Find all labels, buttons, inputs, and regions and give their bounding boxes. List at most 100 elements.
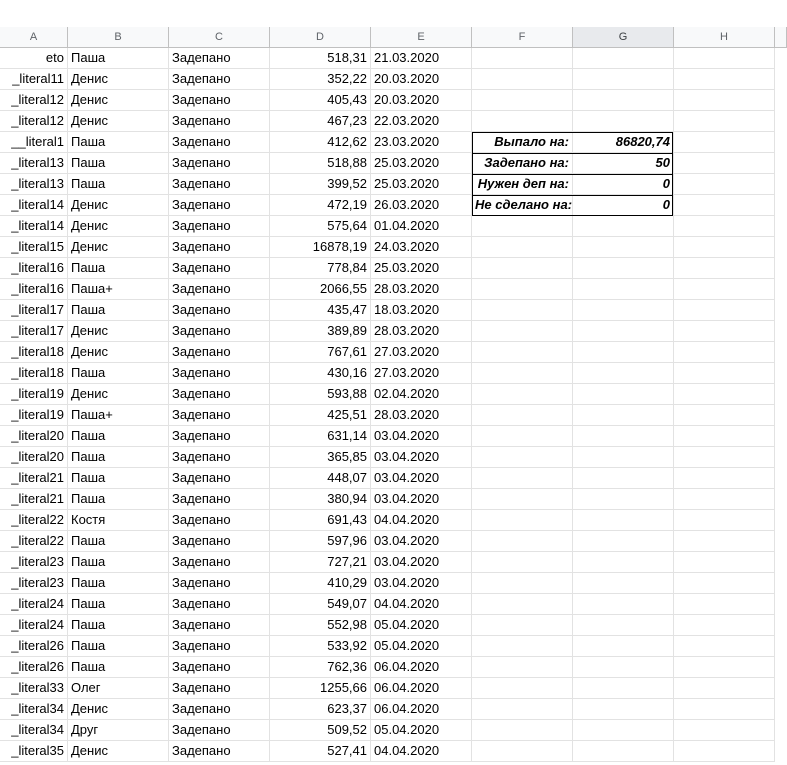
cell-g[interactable] [573,216,674,237]
cell-e[interactable]: 02.04.2020 [371,384,472,405]
cell-e[interactable]: 23.03.2020 [371,132,472,153]
cell-a[interactable]: _literal16 [0,279,68,300]
cell-f[interactable] [472,636,573,657]
cell-g[interactable] [573,405,674,426]
cell-b[interactable]: Паша [68,468,169,489]
cell-b[interactable]: Паша [68,132,169,153]
cell-a[interactable]: _literal12 [0,111,68,132]
cell-a[interactable]: _literal12 [0,90,68,111]
cell-f[interactable] [472,321,573,342]
cell-b[interactable]: Паша [68,615,169,636]
cell-b[interactable]: Денис [68,741,169,762]
summary-value[interactable]: 86820,74 [573,132,674,153]
cell-e[interactable]: 03.04.2020 [371,426,472,447]
cell-e[interactable]: 03.04.2020 [371,468,472,489]
cell-d[interactable]: 631,14 [270,426,371,447]
cell-a[interactable]: _literal19 [0,405,68,426]
cell-f[interactable] [472,363,573,384]
cell-e[interactable]: 24.03.2020 [371,237,472,258]
cell-a[interactable]: eto [0,48,68,69]
cell-g[interactable] [573,48,674,69]
cell-c[interactable]: Задепано [169,594,270,615]
cell-g[interactable] [573,699,674,720]
cell-h[interactable] [674,489,775,510]
cell-h[interactable] [674,321,775,342]
cell-f[interactable] [472,342,573,363]
cell-b[interactable]: Паша [68,531,169,552]
cell-d[interactable]: 575,64 [270,216,371,237]
cell-a[interactable]: _literal33 [0,678,68,699]
cell-d[interactable]: 380,94 [270,489,371,510]
cell-e[interactable]: 01.04.2020 [371,216,472,237]
cell-a[interactable]: _literal13 [0,174,68,195]
cell-g[interactable] [573,636,674,657]
cell-d[interactable]: 527,41 [270,741,371,762]
cell-c[interactable]: Задепано [169,69,270,90]
cell-a[interactable]: _literal34 [0,699,68,720]
cell-d[interactable]: 767,61 [270,342,371,363]
cell-e[interactable]: 04.04.2020 [371,741,472,762]
cell-b[interactable]: Денис [68,216,169,237]
cell-f[interactable] [472,468,573,489]
cell-g[interactable] [573,510,674,531]
cell-a[interactable]: _literal26 [0,657,68,678]
cell-c[interactable]: Задепано [169,363,270,384]
cell-e[interactable]: 21.03.2020 [371,48,472,69]
cell-a[interactable]: _literal13 [0,153,68,174]
cell-f[interactable] [472,489,573,510]
cell-g[interactable] [573,678,674,699]
cell-b[interactable]: Паша [68,174,169,195]
cell-g[interactable] [573,363,674,384]
cell-f[interactable] [472,69,573,90]
cell-f[interactable] [472,447,573,468]
cell-f[interactable] [472,510,573,531]
cell-a[interactable]: _literal14 [0,195,68,216]
cell-c[interactable]: Задепано [169,510,270,531]
cell-c[interactable]: Задепано [169,216,270,237]
cell-e[interactable]: 25.03.2020 [371,153,472,174]
cell-c[interactable]: Задепано [169,468,270,489]
cell-h[interactable] [674,195,775,216]
cell-c[interactable]: Задепано [169,321,270,342]
cell-c[interactable]: Задепано [169,258,270,279]
cell-a[interactable]: _literal20 [0,426,68,447]
cell-f[interactable] [472,657,573,678]
cell-d[interactable]: 412,62 [270,132,371,153]
cell-h[interactable] [674,678,775,699]
cell-e[interactable]: 26.03.2020 [371,195,472,216]
cell-b[interactable]: Паша [68,636,169,657]
cell-d[interactable]: 727,21 [270,552,371,573]
cell-c[interactable]: Задепано [169,48,270,69]
cell-c[interactable]: Задепано [169,342,270,363]
spreadsheet-grid[interactable]: ABCDEFGH eto Паша Задепано 518,31 21.03.2020… [0,0,787,765]
cell-f[interactable] [472,300,573,321]
cell-c[interactable]: Задепано [169,153,270,174]
cell-d[interactable]: 472,19 [270,195,371,216]
cell-h[interactable] [674,48,775,69]
cell-e[interactable]: 18.03.2020 [371,300,472,321]
cell-b[interactable]: Денис [68,237,169,258]
cell-g[interactable] [573,552,674,573]
cell-f[interactable] [472,216,573,237]
cell-h[interactable] [674,552,775,573]
cell-d[interactable]: 399,52 [270,174,371,195]
column-header-e[interactable]: E [371,27,472,48]
cell-c[interactable]: Задепано [169,237,270,258]
cell-a[interactable]: _literal11 [0,69,68,90]
cell-g[interactable] [573,426,674,447]
cell-g[interactable] [573,300,674,321]
cell-g[interactable] [573,90,674,111]
cell-d[interactable]: 16878,19 [270,237,371,258]
cell-d[interactable]: 425,51 [270,405,371,426]
cell-d[interactable]: 405,43 [270,90,371,111]
cell-f[interactable] [472,237,573,258]
cell-h[interactable] [674,111,775,132]
cell-e[interactable]: 25.03.2020 [371,174,472,195]
cell-c[interactable]: Задепано [169,279,270,300]
cell-a[interactable]: _literal21 [0,468,68,489]
cell-d[interactable]: 518,88 [270,153,371,174]
cell-b[interactable]: Паша [68,447,169,468]
cell-h[interactable] [674,531,775,552]
cell-e[interactable]: 22.03.2020 [371,111,472,132]
cell-h[interactable] [674,384,775,405]
